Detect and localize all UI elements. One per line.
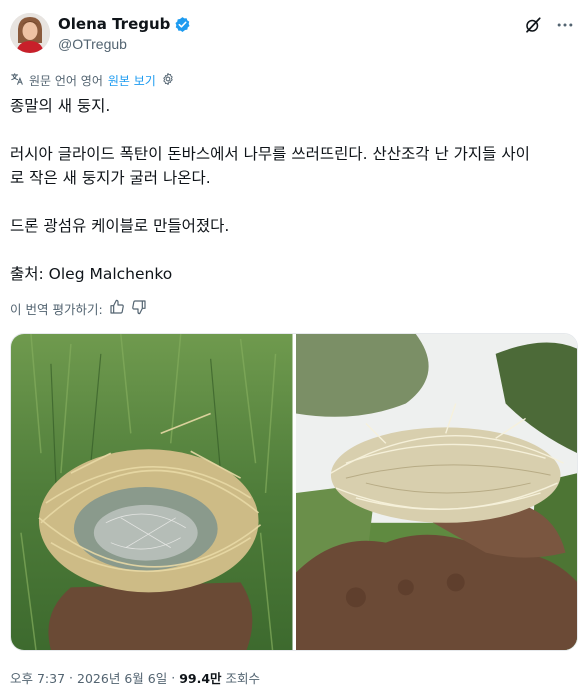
author-name[interactable]: Olena Tregub	[58, 15, 170, 33]
author-info: Olena Tregub @OTregub	[58, 14, 191, 52]
rate-translation-label: 이 번역 평가하기:	[10, 301, 103, 317]
thumbs-down-icon[interactable]	[131, 299, 147, 318]
avatar[interactable]	[10, 13, 50, 53]
tweet-media[interactable]	[10, 333, 578, 651]
nest-photo-right[interactable]	[295, 334, 577, 650]
verified-badge-icon	[174, 16, 191, 33]
view-count: 99.4만	[179, 671, 222, 686]
tweet-line: 종말의 새 둥지.	[10, 97, 111, 115]
tweet-header: Olena Tregub @OTregub	[10, 12, 578, 56]
views-label: 조회수	[225, 671, 261, 686]
tweet-meta: 오후 7:37 · 2026년 6월 6일 · 99.4만 조회수	[10, 668, 260, 687]
tweet-text: 종말의 새 둥지. 러시아 글라이드 폭탄이 돈바스에서 나무를 쓰러뜨린다. …	[10, 94, 578, 286]
rate-translation-row: 이 번역 평가하기:	[10, 298, 147, 318]
tweet-line: 러시아 글라이드 폭탄이 돈바스에서 나무를 쓰러뜨린다. 산산조각 난 가지들…	[10, 145, 530, 163]
more-icon[interactable]	[554, 14, 576, 36]
show-original-link[interactable]: 원본 보기	[108, 72, 156, 89]
separator-dot: ·	[69, 670, 74, 685]
nest-photo-left[interactable]	[11, 334, 293, 650]
author-handle[interactable]: @OTregub	[58, 36, 191, 52]
tweet-line: 로 작은 새 둥지가 굴러 나온다.	[10, 169, 211, 187]
thumbs-up-icon[interactable]	[109, 299, 125, 318]
settings-icon[interactable]	[161, 72, 175, 89]
translation-bar: 원문 언어 영어 원본 보기	[10, 70, 175, 90]
grok-icon[interactable]	[522, 14, 544, 36]
separator-dot: ·	[171, 670, 176, 685]
tweet-line: 출처: Oleg Malchenko	[10, 265, 173, 283]
translate-icon	[10, 72, 24, 89]
source-language-label: 원문 언어 영어	[29, 73, 103, 88]
tweet-time[interactable]: 오후 7:37	[10, 668, 65, 687]
tweet-date[interactable]: 2026년 6월 6일	[77, 668, 167, 687]
tweet-line: 드론 광섬유 케이블로 만들어졌다.	[10, 217, 230, 235]
